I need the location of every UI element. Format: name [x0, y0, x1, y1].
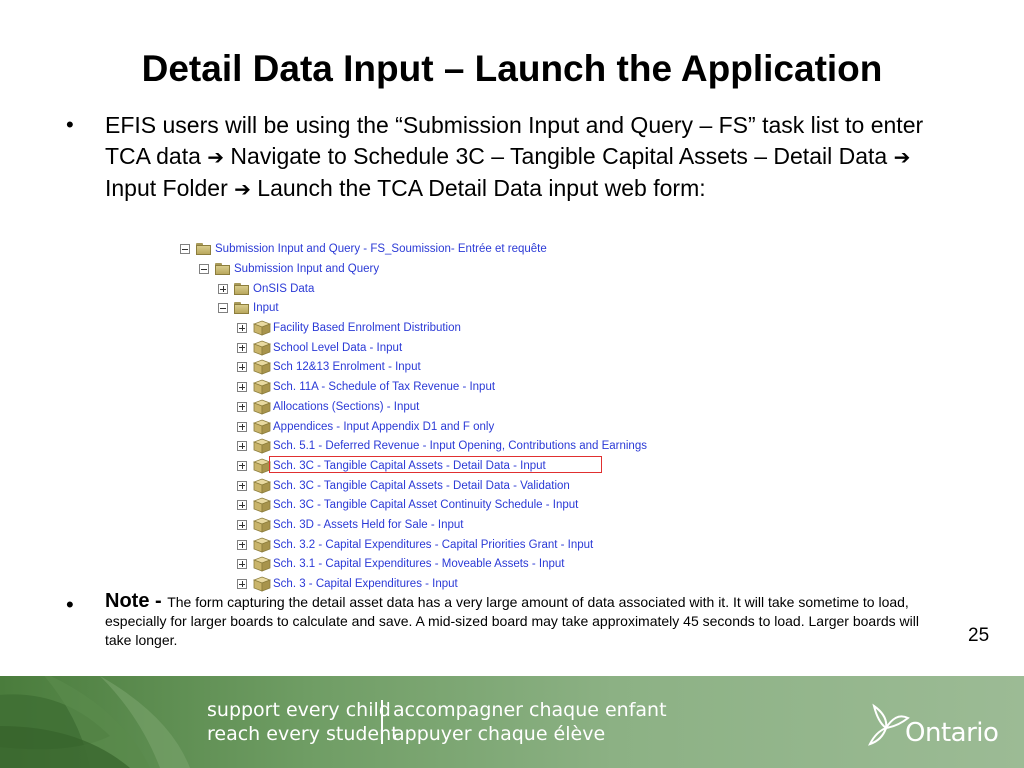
- slogan-divider: [381, 700, 383, 744]
- arrow-icon: ➔: [234, 179, 251, 201]
- slogan-french: accompagner chaque enfant appuyer chaque…: [393, 698, 667, 746]
- slogan-fr-line-1: accompagner chaque enfant: [393, 699, 667, 721]
- expand-toggle-icon[interactable]: [237, 520, 247, 530]
- expand-toggle-icon[interactable]: [237, 323, 247, 333]
- slogan-en-line-1: support every child: [207, 699, 391, 721]
- tree-node-label[interactable]: Input: [253, 302, 279, 314]
- trillium-logo-icon: [868, 703, 910, 746]
- intro-bullet: •: [66, 112, 74, 137]
- task-list-tree: Submission Input and Query - FS_Soumissi…: [180, 238, 740, 595]
- intro-part-2: Navigate to Schedule 3C – Tangible Capit…: [224, 142, 894, 169]
- expand-toggle-icon[interactable]: [218, 284, 228, 294]
- cube-icon: [253, 419, 271, 435]
- note-label: Note -: [105, 590, 168, 612]
- tree-item-label[interactable]: Appendices - Input Appendix D1 and F onl…: [273, 421, 494, 433]
- tree-item-label[interactable]: Sch. 11A - Schedule of Tax Revenue - Inp…: [273, 381, 495, 393]
- cube-icon: [253, 359, 271, 375]
- tree-item-label[interactable]: Sch. 3C - Tangible Capital Assets - Deta…: [273, 480, 570, 492]
- tree-node-onsis-data[interactable]: OnSIS Data: [218, 280, 314, 298]
- tree-item-label[interactable]: Allocations (Sections) - Input: [273, 401, 419, 413]
- cube-icon: [253, 340, 271, 356]
- tree-item[interactable]: Sch. 3D - Assets Held for Sale - Input: [237, 516, 463, 534]
- expand-toggle-icon[interactable]: [237, 382, 247, 393]
- folder-icon: [234, 283, 250, 295]
- arrow-icon: ➔: [207, 146, 225, 169]
- footer-banner: support every child reach every student …: [0, 676, 1024, 768]
- intro-text: EFIS users will be using the “Submission…: [105, 110, 965, 206]
- tree-item-label[interactable]: School Level Data - Input: [273, 342, 402, 354]
- cube-icon: [253, 379, 271, 395]
- cube-icon: [253, 517, 271, 533]
- expand-toggle-icon[interactable]: [237, 480, 247, 491]
- leaf-decoration-icon: [0, 676, 190, 768]
- collapse-toggle-icon[interactable]: [218, 303, 228, 313]
- tree-item[interactable]: Sch. 3.2 - Capital Expenditures - Capita…: [237, 536, 593, 554]
- tree-item-label[interactable]: Sch. 3 - Capital Expenditures - Input: [273, 578, 458, 590]
- tree-item-label[interactable]: Facility Based Enrolment Distribution: [273, 322, 461, 334]
- expand-toggle-icon[interactable]: [237, 441, 247, 452]
- slogan-fr-line-2: appuyer chaque élève: [393, 723, 606, 745]
- tree-item[interactable]: Sch. 3C - Tangible Capital Assets - Deta…: [237, 477, 570, 495]
- folder-open-icon: [196, 243, 212, 255]
- cube-icon: [253, 497, 271, 513]
- cube-icon: [253, 478, 271, 494]
- expand-toggle-icon[interactable]: [237, 362, 247, 373]
- tree-item[interactable]: School Level Data - Input: [237, 339, 402, 357]
- selected-item-highlight: [269, 456, 602, 473]
- tree-item[interactable]: Sch 12&13 Enrolment - Input: [237, 358, 421, 376]
- page-number: 25: [968, 625, 990, 646]
- expand-toggle-icon[interactable]: [237, 401, 247, 412]
- cube-icon: [253, 576, 271, 592]
- tree-item-label[interactable]: Sch. 3C - Tangible Capital Asset Continu…: [273, 499, 578, 511]
- folder-open-icon: [234, 302, 250, 314]
- slogan-english: support every child reach every student: [207, 698, 399, 746]
- expand-toggle-icon[interactable]: [237, 421, 247, 432]
- note-text: The form capturing the detail asset data…: [105, 594, 919, 648]
- tree-item[interactable]: Sch. 11A - Schedule of Tax Revenue - Inp…: [237, 378, 495, 396]
- expand-toggle-icon[interactable]: [237, 539, 247, 550]
- tree-item-label[interactable]: Sch. 3.2 - Capital Expenditures - Capita…: [273, 539, 593, 551]
- tree-item-label[interactable]: Sch. 5.1 - Deferred Revenue - Input Open…: [273, 440, 647, 452]
- tree-item[interactable]: Facility Based Enrolment Distribution: [237, 319, 461, 337]
- cube-icon: [253, 438, 271, 454]
- collapse-toggle-icon[interactable]: [180, 244, 190, 254]
- cube-icon: [253, 399, 271, 415]
- note-paragraph: Note - The form capturing the detail ass…: [105, 590, 925, 650]
- tree-item[interactable]: Sch. 5.1 - Deferred Revenue - Input Open…: [237, 437, 647, 455]
- tree-node-submission-input-and-query[interactable]: Submission Input and Query: [199, 260, 379, 278]
- collapse-toggle-icon[interactable]: [199, 264, 209, 274]
- tree-item-label[interactable]: Sch 12&13 Enrolment - Input: [273, 361, 421, 373]
- tree-item[interactable]: Sch. 3 - Capital Expenditures - Input: [237, 575, 458, 593]
- tree-item[interactable]: Appendices - Input Appendix D1 and F onl…: [237, 418, 494, 436]
- arrow-icon: ➔: [893, 146, 911, 169]
- tree-node-root[interactable]: Submission Input and Query - FS_Soumissi…: [180, 240, 547, 258]
- tree-node-input-folder[interactable]: Input: [218, 299, 279, 317]
- expand-toggle-icon[interactable]: [237, 460, 247, 471]
- cube-icon: [253, 320, 271, 336]
- expand-toggle-icon[interactable]: [237, 342, 247, 353]
- tree-item-label[interactable]: Sch. 3.1 - Capital Expenditures - Moveab…: [273, 558, 564, 570]
- tree-node-label[interactable]: OnSIS Data: [253, 283, 314, 295]
- tree-node-label[interactable]: Submission Input and Query - FS_Soumissi…: [215, 243, 547, 255]
- tree-item[interactable]: Allocations (Sections) - Input: [237, 398, 419, 416]
- cube-icon: [253, 556, 271, 572]
- note-bullet: •: [66, 592, 74, 617]
- slogan-en-line-2: reach every student: [207, 723, 399, 745]
- ontario-wordmark: Ontario: [905, 718, 999, 748]
- slide-title: Detail Data Input – Launch the Applicati…: [141, 48, 883, 89]
- tree-node-label[interactable]: Submission Input and Query: [234, 263, 379, 275]
- cube-icon: [253, 537, 271, 553]
- intro-part-4: Launch the TCA Detail Data input web for…: [250, 175, 706, 201]
- expand-toggle-icon[interactable]: [237, 579, 247, 590]
- intro-part-3: Input Folder: [105, 175, 235, 201]
- tree-item[interactable]: Sch. 3.1 - Capital Expenditures - Moveab…: [237, 555, 564, 573]
- expand-toggle-icon[interactable]: [237, 500, 247, 511]
- tree-item-label[interactable]: Sch. 3D - Assets Held for Sale - Input: [273, 519, 463, 531]
- folder-open-icon: [215, 263, 231, 275]
- tree-item[interactable]: Sch. 3C - Tangible Capital Asset Continu…: [237, 496, 578, 514]
- expand-toggle-icon[interactable]: [237, 559, 247, 570]
